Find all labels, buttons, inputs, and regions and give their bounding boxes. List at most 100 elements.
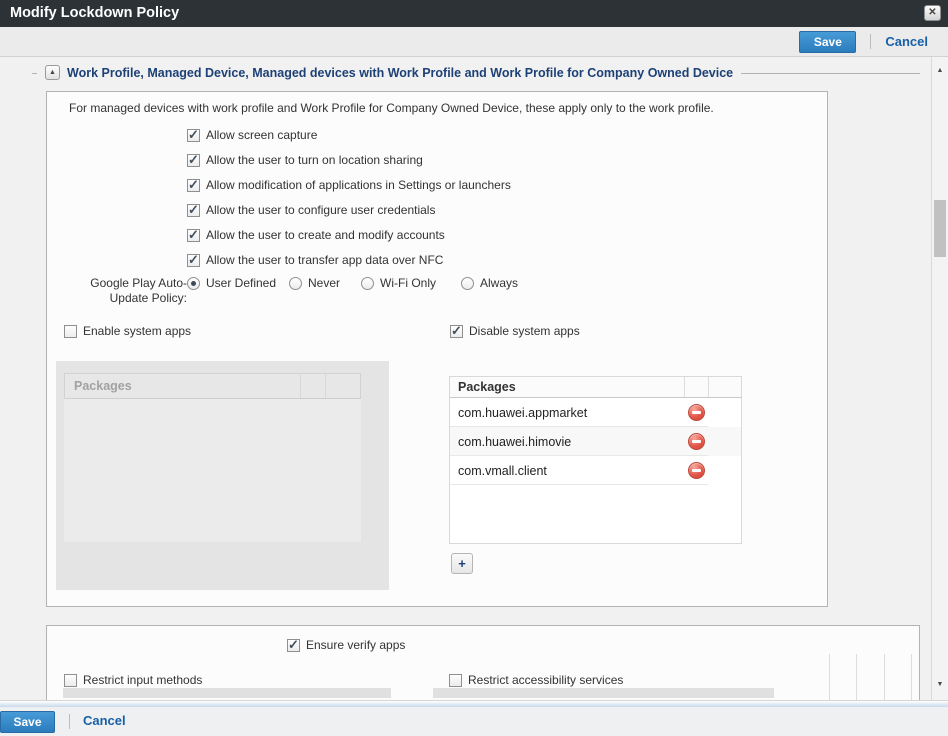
radio-option-user-defined: User Defined bbox=[187, 276, 289, 290]
restrict-input-methods-row: Restrict input methods bbox=[64, 673, 202, 687]
ensure-verify-apps-row: Ensure verify apps bbox=[287, 638, 405, 652]
checkbox-row-nfc-transfer: Allow the user to transfer app data over… bbox=[187, 253, 511, 267]
table-header-row: Packages bbox=[64, 373, 361, 399]
google-play-policy-label: Google Play Auto- Update Policy: bbox=[75, 276, 187, 306]
radio-label[interactable]: Never bbox=[308, 276, 340, 290]
save-button[interactable]: Save bbox=[799, 31, 856, 53]
enable-packages-table: Packages bbox=[64, 373, 361, 542]
ensure-verify-apps-checkbox[interactable] bbox=[287, 639, 300, 652]
checkbox-row-location-sharing: Allow the user to turn on location shari… bbox=[187, 153, 511, 167]
table-column-divider bbox=[911, 654, 912, 700]
table-row: com.huawei.appmarket bbox=[450, 398, 741, 427]
work-profile-settings-box: For managed devices with work profile an… bbox=[46, 91, 828, 607]
checkbox-row-user-credentials: Allow the user to configure user credent… bbox=[187, 203, 511, 217]
enable-packages-panel-disabled: Packages + bbox=[56, 361, 389, 590]
restrict-accessibility-services-checkbox[interactable] bbox=[449, 674, 462, 687]
never-radio[interactable] bbox=[289, 277, 302, 290]
table-header-cell bbox=[325, 374, 360, 398]
table-header-placeholder bbox=[63, 688, 391, 698]
disable-system-apps-row: Disable system apps bbox=[450, 324, 580, 338]
checkbox-row-modify-applications: Allow modification of applications in Se… bbox=[187, 178, 511, 192]
collapse-section-icon[interactable]: ▲ bbox=[45, 65, 60, 80]
modify-lockdown-policy-dialog: Modify Lockdown Policy ✕ Save Cancel ▲ W… bbox=[0, 0, 948, 736]
verify-apps-section-box: Ensure verify apps Restrict input method… bbox=[46, 625, 920, 700]
table-column-divider bbox=[856, 654, 857, 700]
scroll-down-icon[interactable]: ▼ bbox=[932, 681, 948, 688]
table-header-placeholder bbox=[433, 688, 774, 698]
packages-column-header: Packages bbox=[65, 379, 300, 393]
enable-system-apps-row: Enable system apps bbox=[64, 324, 191, 338]
checkbox-label[interactable]: Allow screen capture bbox=[206, 128, 317, 142]
checkbox-label[interactable]: Disable system apps bbox=[469, 324, 580, 338]
close-icon[interactable]: ✕ bbox=[924, 5, 941, 21]
checkbox-label[interactable]: Allow the user to transfer app data over… bbox=[206, 253, 443, 267]
radio-option-wifi-only: Wi-Fi Only bbox=[361, 276, 461, 290]
package-name: com.huawei.appmarket bbox=[450, 406, 684, 420]
package-name: com.vmall.client bbox=[450, 464, 684, 478]
table-row: com.vmall.client bbox=[450, 456, 741, 485]
table-header-cell bbox=[708, 377, 741, 397]
table-column-divider bbox=[829, 654, 830, 700]
checkbox-label[interactable]: Restrict input methods bbox=[83, 673, 202, 687]
checkbox-label[interactable]: Allow the user to configure user credent… bbox=[206, 203, 435, 217]
table-row: com.huawei.himovie bbox=[450, 427, 741, 456]
user-defined-radio[interactable] bbox=[187, 277, 200, 290]
google-play-policy-options: User Defined Never Wi-Fi Only Always bbox=[187, 276, 533, 290]
radio-label[interactable]: Always bbox=[480, 276, 518, 290]
checkbox-label[interactable]: Restrict accessibility services bbox=[468, 673, 623, 687]
restrict-input-methods-checkbox[interactable] bbox=[64, 674, 77, 687]
vertical-scrollbar[interactable]: ▲ ▼ bbox=[931, 57, 948, 700]
allow-screen-capture-checkbox[interactable] bbox=[187, 129, 200, 142]
checkbox-label[interactable]: Allow modification of applications in Se… bbox=[206, 178, 511, 192]
cancel-button-bottom[interactable]: Cancel bbox=[83, 711, 126, 731]
radio-option-never: Never bbox=[289, 276, 361, 290]
package-name: com.huawei.himovie bbox=[450, 435, 684, 449]
disable-packages-table: Packages com.huawei.appmarket com.huawei… bbox=[449, 376, 742, 544]
checkbox-label[interactable]: Ensure verify apps bbox=[306, 638, 405, 652]
dialog-titlebar: Modify Lockdown Policy ✕ bbox=[0, 0, 948, 27]
radio-option-always: Always bbox=[461, 276, 533, 290]
add-package-button[interactable]: + bbox=[451, 553, 473, 574]
allow-location-sharing-checkbox[interactable] bbox=[187, 154, 200, 167]
remove-icon[interactable] bbox=[688, 404, 705, 421]
dialog-content: ▲ Work Profile, Managed Device, Managed … bbox=[0, 57, 948, 700]
scroll-up-icon[interactable]: ▲ bbox=[932, 67, 948, 74]
permission-checkbox-list: Allow screen capture Allow the user to t… bbox=[187, 128, 511, 278]
checkbox-row-modify-accounts: Allow the user to create and modify acco… bbox=[187, 228, 511, 242]
toolbar-separator bbox=[870, 34, 871, 49]
checkbox-label[interactable]: Allow the user to turn on location shari… bbox=[206, 153, 423, 167]
dialog-title: Modify Lockdown Policy bbox=[10, 0, 179, 27]
packages-column-header: Packages bbox=[450, 380, 684, 394]
radio-label[interactable]: Wi-Fi Only bbox=[380, 276, 436, 290]
always-radio[interactable] bbox=[461, 277, 474, 290]
work-profile-description: For managed devices with work profile an… bbox=[69, 101, 714, 115]
table-header-cell bbox=[300, 374, 325, 398]
save-button-bottom[interactable]: Save bbox=[0, 711, 55, 733]
bottom-toolbar: Save Cancel bbox=[0, 707, 948, 736]
disable-system-apps-checkbox[interactable] bbox=[450, 325, 463, 338]
top-toolbar: Save Cancel bbox=[0, 27, 948, 57]
enable-packages-table-body bbox=[64, 399, 361, 542]
allow-user-credentials-checkbox[interactable] bbox=[187, 204, 200, 217]
wifi-only-radio[interactable] bbox=[361, 277, 374, 290]
cancel-button[interactable]: Cancel bbox=[885, 34, 928, 49]
remove-cell bbox=[684, 433, 708, 450]
remove-icon[interactable] bbox=[688, 462, 705, 479]
restrict-accessibility-services-row: Restrict accessibility services bbox=[449, 673, 623, 687]
toolbar-separator bbox=[69, 714, 70, 729]
enable-system-apps-checkbox[interactable] bbox=[64, 325, 77, 338]
checkbox-label[interactable]: Enable system apps bbox=[83, 324, 191, 338]
table-column-divider bbox=[884, 654, 885, 700]
table-header-row: Packages bbox=[450, 377, 741, 398]
radio-label[interactable]: User Defined bbox=[206, 276, 276, 290]
checkbox-label[interactable]: Allow the user to create and modify acco… bbox=[206, 228, 445, 242]
allow-nfc-transfer-checkbox[interactable] bbox=[187, 254, 200, 267]
label-line: Update Policy: bbox=[110, 291, 187, 305]
work-profile-section-title: Work Profile, Managed Device, Managed de… bbox=[67, 66, 733, 80]
footer-divider bbox=[0, 700, 948, 707]
allow-modify-applications-checkbox[interactable] bbox=[187, 179, 200, 192]
label-line: Google Play Auto- bbox=[90, 276, 187, 290]
allow-modify-accounts-checkbox[interactable] bbox=[187, 229, 200, 242]
remove-icon[interactable] bbox=[688, 433, 705, 450]
scrollbar-thumb[interactable] bbox=[934, 200, 946, 257]
